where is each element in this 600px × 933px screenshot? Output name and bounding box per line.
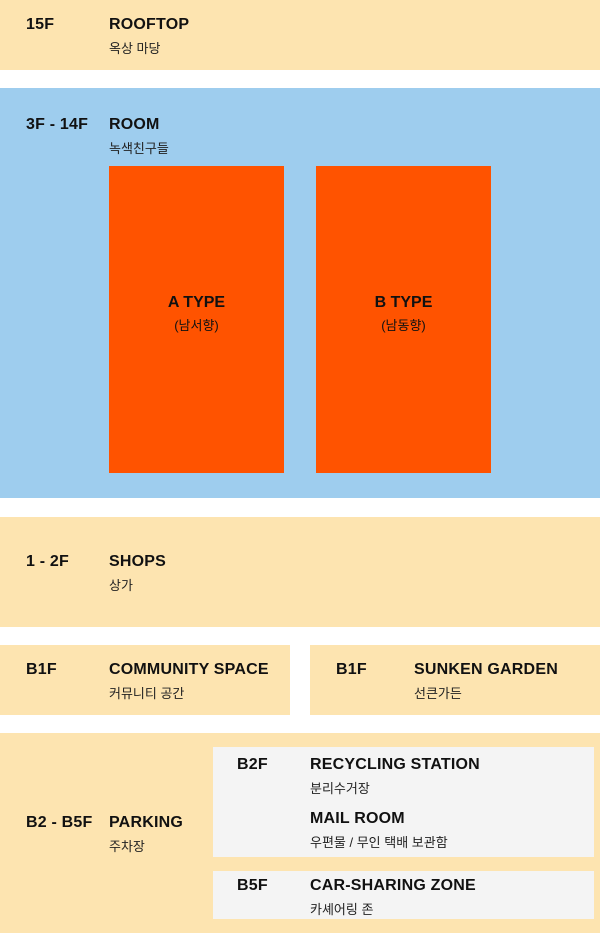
room-type-title: B TYPE: [374, 294, 433, 311]
floor-label: 15F: [26, 16, 55, 33]
section-title: COMMUNITY SPACE: [109, 661, 269, 678]
room-section: 3F - 14F ROOM 녹색친구들 A TYPE (남서향) B TYPE …: [0, 88, 600, 498]
section-title: SUNKEN GARDEN: [414, 661, 558, 678]
floor-label: B1F: [26, 661, 57, 678]
sunken-garden-section: B1F SUNKEN GARDEN 선큰가든: [310, 645, 600, 715]
section-subtitle: 상가: [109, 578, 133, 593]
car-sharing-zone-title: CAR-SHARING ZONE: [310, 877, 476, 894]
car-sharing-zone-subtitle: 카셰어링 존: [310, 902, 374, 917]
floor-label: B5F: [237, 877, 268, 894]
floor-label: 1 - 2F: [26, 553, 69, 570]
room-type-orientation: (남서향): [174, 318, 219, 333]
mail-room-title: MAIL ROOM: [310, 810, 405, 827]
room-type-b: B TYPE (남동향): [316, 166, 491, 473]
section-subtitle: 커뮤니티 공간: [109, 686, 185, 701]
section-subtitle: 옥상 마당: [109, 41, 161, 56]
rooftop-section: 15F ROOFTOP 옥상 마당: [0, 0, 600, 70]
room-type-orientation: (남동향): [381, 318, 426, 333]
section-title: SHOPS: [109, 553, 167, 570]
section-title: ROOM: [109, 116, 160, 133]
room-type-a: A TYPE (남서향): [109, 166, 284, 473]
section-subtitle: 녹색친구들: [109, 141, 169, 156]
section-subtitle: 선큰가든: [414, 686, 462, 701]
recycling-station-title: RECYCLING STATION: [310, 756, 480, 773]
section-title: PARKING: [109, 814, 183, 831]
floor-label: B1F: [336, 661, 367, 678]
room-type-title: A TYPE: [167, 294, 226, 311]
floor-label: 3F - 14F: [26, 116, 89, 133]
shops-section: 1 - 2F SHOPS 상가: [0, 517, 600, 627]
section-title: ROOFTOP: [109, 16, 190, 33]
floor-label: B2 - B5F: [26, 814, 93, 831]
parking-section: B2 - B5F PARKING 주차장 B2F RECYCLING STATI…: [0, 733, 600, 933]
community-space-section: B1F COMMUNITY SPACE 커뮤니티 공간: [0, 645, 290, 715]
floor-label: B2F: [237, 756, 268, 773]
section-subtitle: 주차장: [109, 839, 145, 854]
recycling-station-subtitle: 분리수거장: [310, 781, 370, 796]
b5-panel: B5F CAR-SHARING ZONE 카셰어링 존: [213, 871, 594, 919]
mail-room-subtitle: 우편물 / 무인 택배 보관함: [310, 835, 448, 850]
b2-panel: B2F RECYCLING STATION 분리수거장 MAIL ROOM 우편…: [213, 747, 594, 857]
